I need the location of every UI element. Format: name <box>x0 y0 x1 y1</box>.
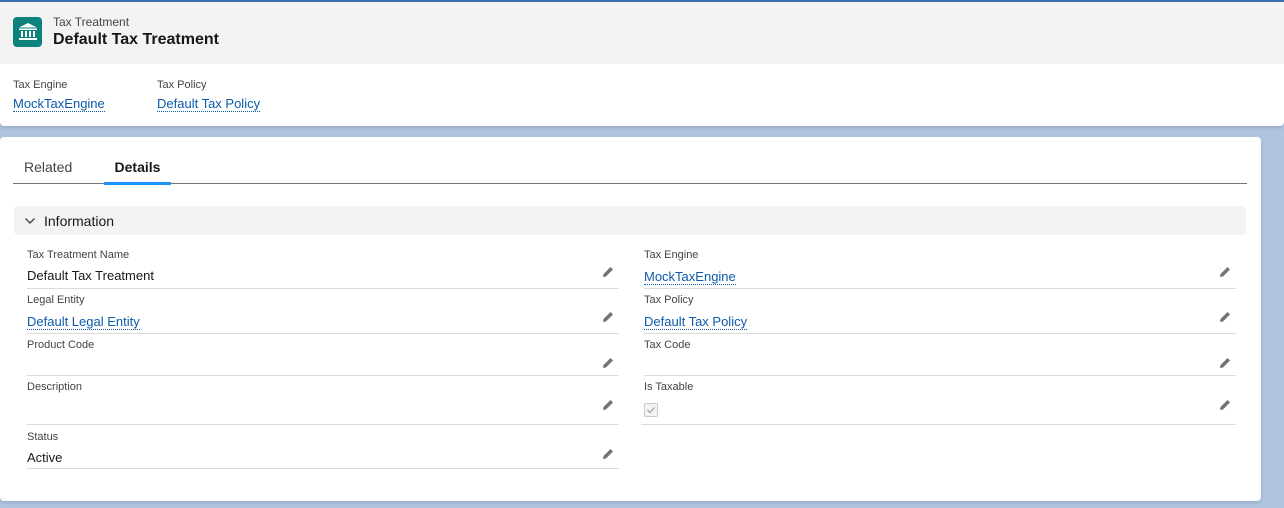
pencil-icon[interactable] <box>601 310 615 324</box>
tax-policy-link[interactable]: Default Tax Policy <box>644 314 748 330</box>
pencil-icon[interactable] <box>601 398 615 412</box>
field-label: Is Taxable <box>644 381 694 393</box>
field-value: Default Tax Treatment <box>27 268 154 283</box>
field-label: Tax Policy <box>644 294 694 306</box>
field-label: Tax Engine <box>644 249 699 261</box>
pencil-icon[interactable] <box>601 447 615 461</box>
field-label: Product Code <box>27 339 95 351</box>
pencil-icon[interactable] <box>1218 310 1232 324</box>
details-card: Related Details Information Tax Treatmen… <box>0 137 1261 501</box>
pencil-icon[interactable] <box>1218 265 1232 279</box>
record-header: Tax Treatment Default Tax Treatment Tax … <box>0 2 1284 126</box>
field-value: Active <box>27 450 63 465</box>
field-product-code: Product Code <box>27 339 619 376</box>
tab-bar: Related Details <box>13 155 1247 185</box>
is-taxable-checkbox <box>644 403 658 417</box>
tax-engine-link[interactable]: MockTaxEngine <box>644 269 736 285</box>
field-label: Description <box>27 381 83 393</box>
highlight-label: Tax Engine <box>13 79 68 91</box>
field-label: Status <box>27 431 59 443</box>
field-description: Description <box>27 381 619 425</box>
field-tax-policy: Tax Policy Default Tax Policy <box>644 294 1236 334</box>
field-legal-entity: Legal Entity Default Legal Entity <box>27 294 619 334</box>
tax-engine-link[interactable]: MockTaxEngine <box>13 96 105 112</box>
bank-building-icon <box>13 17 42 47</box>
record-title: Default Tax Treatment <box>53 31 219 48</box>
pencil-icon[interactable] <box>601 356 615 370</box>
highlight-tax-policy: Tax Policy Default Tax Policy <box>157 79 261 113</box>
object-type-label: Tax Treatment <box>53 15 130 29</box>
highlight-label: Tax Policy <box>157 79 207 91</box>
legal-entity-link[interactable]: Default Legal Entity <box>27 314 140 330</box>
field-label: Tax Code <box>644 339 691 351</box>
highlight-tax-engine: Tax Engine MockTaxEngine <box>13 79 105 113</box>
pencil-icon[interactable] <box>1218 398 1232 412</box>
tab-related[interactable]: Related <box>24 159 72 184</box>
field-label: Legal Entity <box>27 294 85 306</box>
tab-details[interactable]: Details <box>104 159 171 185</box>
field-tax-engine: Tax Engine MockTaxEngine <box>644 249 1236 289</box>
field-status: Status Active <box>27 431 619 469</box>
field-tax-code: Tax Code <box>644 339 1236 376</box>
section-title: Information <box>44 212 115 229</box>
pencil-icon[interactable] <box>1218 356 1232 370</box>
field-is-taxable: Is Taxable <box>641 381 1236 425</box>
field-label: Tax Treatment Name <box>27 249 130 261</box>
chevron-down-icon <box>23 214 37 228</box>
field-tax-treatment-name: Tax Treatment Name Default Tax Treatment <box>27 249 619 289</box>
section-information-toggle[interactable]: Information <box>14 206 1246 235</box>
checkmark-icon <box>647 407 655 414</box>
tax-policy-link[interactable]: Default Tax Policy <box>157 96 261 112</box>
pencil-icon[interactable] <box>601 265 615 279</box>
